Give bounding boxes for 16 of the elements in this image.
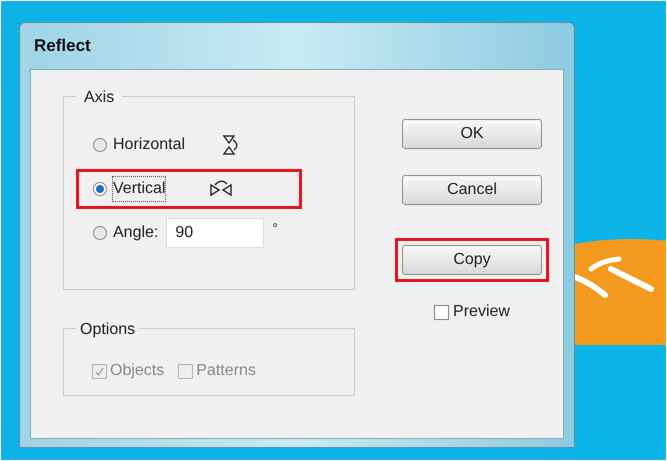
window-title: Reflect bbox=[34, 35, 91, 58]
radio-button[interactable] bbox=[93, 182, 107, 196]
dialog-button[interactable]: Copy bbox=[402, 245, 542, 275]
option-label[interactable]: Horizontal bbox=[113, 133, 186, 157]
option-label[interactable]: Vertical bbox=[113, 177, 166, 201]
option-label[interactable]: Angle: bbox=[113, 221, 158, 245]
radio-button[interactable] bbox=[93, 226, 107, 240]
checkbox-label[interactable]: Preview bbox=[453, 300, 510, 324]
degree-unit: ° bbox=[272, 219, 278, 238]
checkbox[interactable] bbox=[434, 304, 450, 320]
check-icon bbox=[94, 366, 105, 376]
flip-vertical-icon bbox=[209, 179, 234, 199]
dialog-button[interactable]: OK bbox=[402, 119, 542, 149]
angle-field[interactable]: 90 bbox=[166, 218, 264, 248]
radio-button[interactable] bbox=[93, 138, 107, 152]
dialog-button[interactable]: Cancel bbox=[402, 175, 542, 205]
